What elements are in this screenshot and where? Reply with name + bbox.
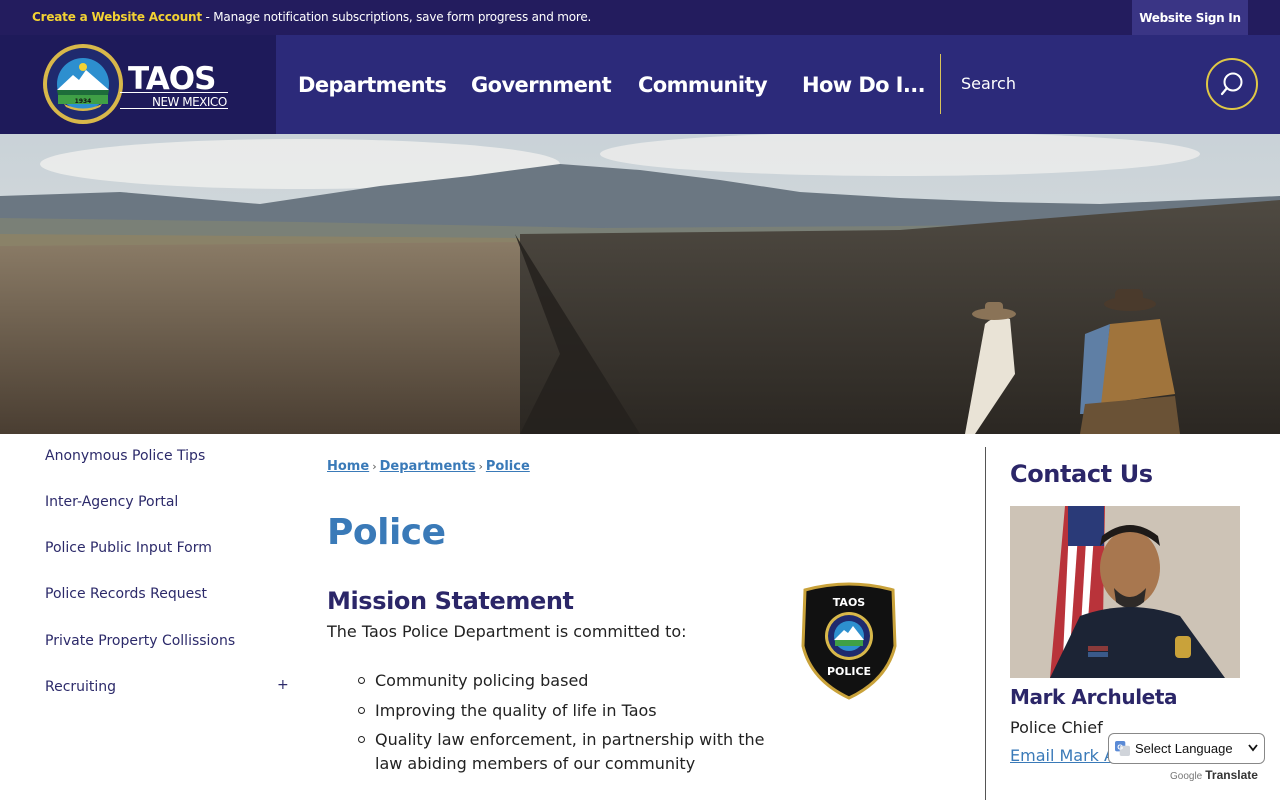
top-bar: Create a Website Account - Manage notifi… bbox=[0, 0, 1280, 35]
mission-intro: The Taos Police Department is committed … bbox=[327, 622, 687, 641]
hero-image bbox=[0, 134, 1280, 434]
language-select[interactable]: G Select Language bbox=[1108, 733, 1265, 764]
contact-heading: Contact Us bbox=[1010, 460, 1153, 488]
sidebar-item-anonymous-police-tips[interactable]: Anonymous Police Tips bbox=[45, 448, 205, 464]
contact-role: Police Chief bbox=[1010, 718, 1103, 737]
badge-bottom-text: POLICE bbox=[827, 665, 871, 678]
canyon-landscape-image bbox=[0, 134, 1280, 434]
powered-by-google: Google Translate bbox=[1170, 768, 1258, 782]
nav-how-do-i[interactable]: How Do I... bbox=[802, 35, 926, 134]
list-item: Quality law enforcement, in partnership … bbox=[358, 728, 775, 776]
search-input[interactable]: Search bbox=[961, 74, 1016, 93]
nav-departments[interactable]: Departments bbox=[298, 35, 447, 134]
google-logo-text: Google bbox=[1170, 771, 1203, 782]
logo-link[interactable]: 1934 TAOS NEW MEXICO bbox=[0, 35, 276, 134]
mission-list: Community policing based Improving the q… bbox=[358, 669, 775, 782]
search-icon bbox=[1220, 72, 1243, 96]
sidebar-item-recruiting[interactable]: Recruiting bbox=[45, 679, 116, 695]
nav-divider bbox=[940, 54, 941, 114]
translate-link[interactable]: Translate bbox=[1205, 768, 1258, 782]
list-item: Community policing based bbox=[358, 669, 775, 693]
police-chief-photo bbox=[1010, 506, 1240, 678]
badge-top-text: TAOS bbox=[833, 596, 866, 609]
police-badge-image: TAOS POLICE bbox=[801, 582, 897, 700]
page-title: Police bbox=[327, 512, 446, 553]
google-translate-icon: G bbox=[1115, 741, 1130, 756]
breadcrumb-police[interactable]: Police bbox=[486, 459, 530, 474]
mission-heading: Mission Statement bbox=[327, 587, 574, 615]
breadcrumb-home[interactable]: Home bbox=[327, 459, 369, 474]
sidebar-item-police-public-input-form[interactable]: Police Public Input Form bbox=[45, 540, 212, 556]
sidebar-item-private-property-collisions[interactable]: Private Property Collissions bbox=[45, 633, 235, 649]
seal-year: 1934 bbox=[75, 98, 92, 105]
create-account-link[interactable]: Create a Website Account bbox=[32, 10, 202, 24]
sidebar-item-inter-agency-portal[interactable]: Inter-Agency Portal bbox=[45, 494, 178, 510]
list-item: Improving the quality of life in Taos bbox=[358, 699, 775, 723]
recruiting-expand-button[interactable]: + bbox=[277, 677, 289, 693]
logo-title: TAOS bbox=[128, 61, 216, 97]
site-header: 1934 TAOS NEW MEXICO Departments Governm… bbox=[0, 35, 1280, 134]
breadcrumb-departments[interactable]: Departments bbox=[380, 459, 476, 474]
website-sign-in-button[interactable]: Website Sign In bbox=[1132, 0, 1248, 35]
account-message: Create a Website Account - Manage notifi… bbox=[32, 10, 591, 24]
breadcrumb-separator: › bbox=[478, 460, 483, 473]
account-message-text: - Manage notification subscriptions, sav… bbox=[201, 10, 592, 24]
sidebar-item-police-records-request[interactable]: Police Records Request bbox=[45, 586, 207, 602]
town-seal-logo: 1934 bbox=[43, 44, 123, 124]
logo-subtitle: NEW MEXICO bbox=[152, 95, 227, 109]
breadcrumb-separator: › bbox=[372, 460, 377, 473]
content-divider bbox=[985, 447, 986, 800]
svg-text:G: G bbox=[1117, 742, 1123, 751]
breadcrumb: Home › Departments › Police bbox=[327, 459, 530, 474]
nav-government[interactable]: Government bbox=[471, 35, 612, 134]
contact-name: Mark Archuleta bbox=[1010, 685, 1178, 709]
contact-email-link[interactable]: Email Mark A bbox=[1010, 746, 1115, 765]
language-select-label: Select Language bbox=[1135, 741, 1233, 756]
chevron-down-icon bbox=[1248, 744, 1258, 752]
search-button[interactable] bbox=[1206, 58, 1258, 110]
nav-community[interactable]: Community bbox=[638, 35, 768, 134]
